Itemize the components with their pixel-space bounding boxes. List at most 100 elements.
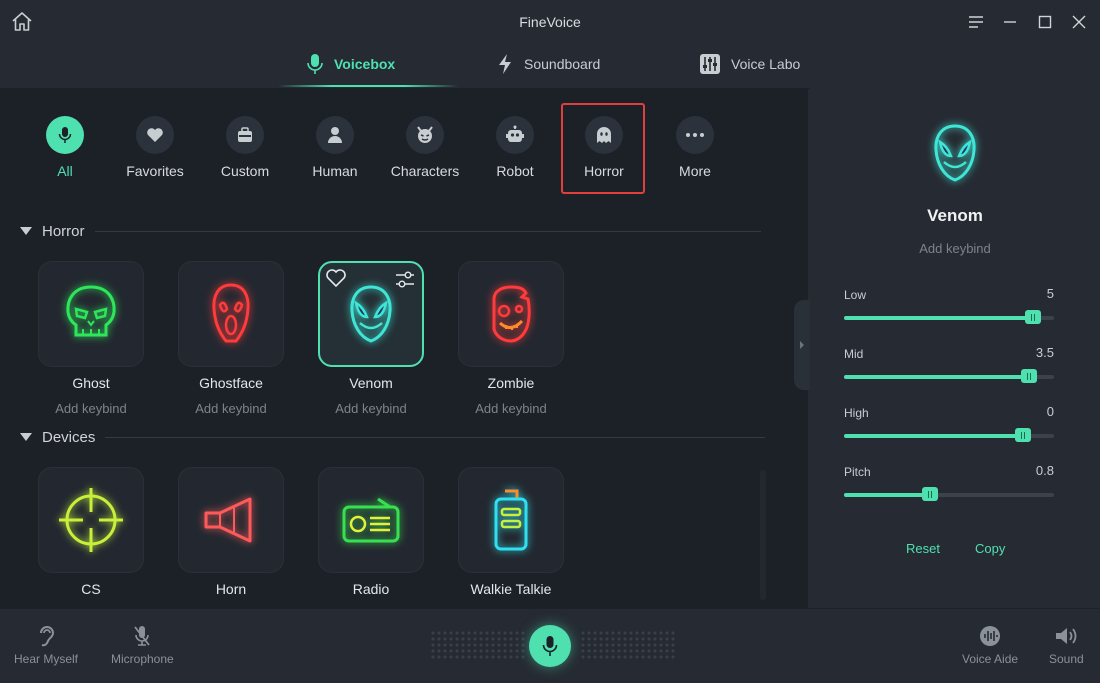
category-highlight-box <box>561 103 645 194</box>
favorite-heart-icon[interactable] <box>325 268 347 288</box>
app-title: FineVoice <box>519 14 581 30</box>
lightning-icon <box>499 54 511 74</box>
speaker-icon <box>1056 628 1077 644</box>
chevron-right-icon <box>800 341 804 349</box>
voice-card-horn[interactable] <box>178 467 284 573</box>
ear-icon <box>40 626 55 647</box>
voice-card-cs[interactable] <box>38 467 144 573</box>
selected-voice-keybind[interactable]: Add keybind <box>810 241 1100 256</box>
slider-value-low: 5 <box>1046 286 1054 301</box>
microphone-icon <box>58 127 72 143</box>
tab-label: Soundboard <box>524 56 601 72</box>
skull-icon <box>66 285 116 337</box>
tab-label: Voicebox <box>334 56 396 72</box>
divider <box>94 230 761 232</box>
slider-label-pitch: Pitch <box>844 465 871 479</box>
voice-wave-icon <box>980 626 1001 646</box>
scrollbar[interactable] <box>760 470 766 600</box>
venom-mask-icon <box>934 124 976 182</box>
add-keybind-link[interactable]: Add keybind <box>21 401 161 416</box>
voice-name: Horn <box>215 581 247 597</box>
category-custom[interactable]: Custom <box>205 116 285 179</box>
selected-voice-icon <box>920 118 990 188</box>
sound-button[interactable]: Sound <box>1049 624 1084 666</box>
voice-card-ghostface[interactable] <box>178 261 284 367</box>
scream-mask-icon <box>212 283 250 343</box>
microphone-muted-icon <box>134 626 151 646</box>
slider-low[interactable] <box>844 310 1054 324</box>
category-characters[interactable]: Characters <box>385 116 465 179</box>
collapse-triangle-icon <box>20 433 32 441</box>
add-keybind-link[interactable]: Add keybind <box>441 401 581 416</box>
slider-fill <box>844 316 1033 320</box>
bottom-label: Voice Aide <box>962 652 1019 666</box>
slider-pitch[interactable] <box>844 487 1054 501</box>
add-keybind-link[interactable]: Add keybind <box>301 401 441 416</box>
minimize-button[interactable] <box>998 10 1022 34</box>
microphone-icon <box>542 636 558 656</box>
copy-button[interactable]: Copy <box>975 541 1005 556</box>
microphone-toggle-button[interactable]: Microphone <box>111 624 174 666</box>
category-more[interactable]: More <box>655 116 735 179</box>
slider-label-mid: Mid <box>844 347 864 361</box>
tab-soundboard[interactable]: Soundboard <box>496 50 600 78</box>
slider-fill <box>844 493 931 497</box>
add-keybind-link[interactable]: Add keybind <box>161 401 301 416</box>
section-title: Horror <box>42 222 85 240</box>
category-robot[interactable]: Robot <box>475 116 555 179</box>
collapse-triangle-icon <box>20 227 32 235</box>
voice-name: Venom <box>349 375 393 391</box>
voice-name: Ghost <box>72 375 110 391</box>
voice-card-walkie-talkie[interactable] <box>458 467 564 573</box>
menu-icon[interactable] <box>964 10 988 34</box>
voice-aide-button[interactable]: Voice Aide <box>962 624 1018 666</box>
walkie-talkie-icon <box>494 489 528 551</box>
slider-fill <box>844 375 1029 379</box>
slider-thumb[interactable] <box>1025 310 1041 324</box>
robot-icon <box>506 125 524 142</box>
slider-fill <box>844 434 1023 438</box>
voice-changer-mic-button[interactable] <box>529 625 571 667</box>
zombie-icon <box>492 285 531 343</box>
slider-thumb[interactable] <box>922 487 939 501</box>
heart-icon <box>147 128 163 142</box>
crosshair-icon <box>59 488 123 552</box>
slider-value-high: 0 <box>1046 404 1054 419</box>
voice-card-radio[interactable] <box>318 467 424 573</box>
collapse-panel-button[interactable] <box>794 300 810 390</box>
microphone-icon <box>307 54 323 74</box>
audio-level-left <box>430 630 525 660</box>
category-favorites[interactable]: Favorites <box>115 116 195 179</box>
voice-card-ghost[interactable] <box>38 261 144 367</box>
slider-thumb[interactable] <box>1014 428 1031 442</box>
equalizer-icon <box>700 54 720 74</box>
reset-button[interactable]: Reset <box>906 541 940 556</box>
bottom-label: Hear Myself <box>14 652 79 666</box>
voice-card-zombie[interactable] <box>458 261 564 367</box>
voice-name: Walkie Talkie <box>470 581 552 597</box>
slider-thumb[interactable] <box>1020 369 1037 383</box>
slider-high[interactable] <box>844 428 1054 442</box>
section-header-devices[interactable]: Devices <box>20 427 766 447</box>
voice-name: Radio <box>352 581 390 597</box>
radio-icon <box>342 497 400 543</box>
section-header-horror[interactable]: Horror <box>20 221 761 241</box>
megaphone-icon <box>204 497 252 543</box>
category-all[interactable]: All <box>25 116 105 179</box>
voice-name: CS <box>81 581 101 597</box>
bottom-label: Microphone <box>111 652 174 666</box>
section-title: Devices <box>42 428 96 446</box>
audio-level-right <box>580 630 675 660</box>
category-human[interactable]: Human <box>295 116 375 179</box>
divider <box>105 436 766 438</box>
close-button[interactable] <box>1067 10 1091 34</box>
tab-label: Voice Labo <box>731 56 801 72</box>
maximize-button[interactable] <box>1033 10 1057 34</box>
hear-myself-button[interactable]: Hear Myself <box>14 624 78 666</box>
tab-voice-labo[interactable]: Voice Labo <box>699 50 800 78</box>
tab-voicebox[interactable]: Voicebox <box>306 50 395 78</box>
slider-value-pitch: 0.8 <box>1035 463 1054 478</box>
slider-mid[interactable] <box>844 369 1054 383</box>
adjust-settings-icon[interactable] <box>394 270 416 290</box>
selected-voice-name: Venom <box>927 206 983 225</box>
